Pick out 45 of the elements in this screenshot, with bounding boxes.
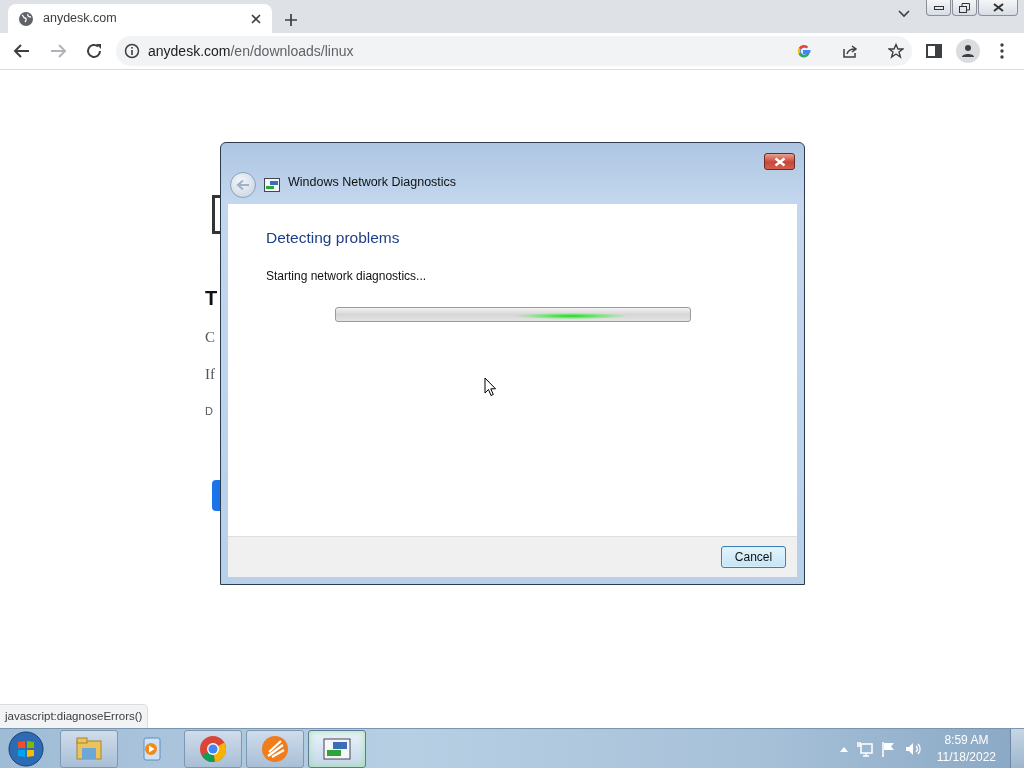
cursor-icon (484, 377, 496, 397)
star-icon[interactable] (888, 43, 904, 59)
dialog-heading: Detecting problems (266, 228, 401, 248)
browser-tab[interactable]: anydesk.com (8, 4, 272, 33)
chevron-down-icon[interactable] (898, 10, 910, 18)
menu-icon (1000, 43, 1004, 59)
profile-button[interactable] (956, 39, 980, 63)
cancel-button[interactable]: Cancel (721, 546, 786, 568)
start-button[interactable] (6, 729, 46, 768)
restore-button[interactable] (952, 0, 977, 16)
close-icon (992, 3, 1004, 12)
forward-icon (49, 42, 67, 60)
heading-fragment: T (205, 288, 219, 308)
minimize-button[interactable] (926, 0, 951, 16)
side-panel-icon (925, 42, 943, 60)
minimize-icon (933, 4, 944, 11)
taskbar-button[interactable] (246, 729, 304, 768)
start-orb-icon (8, 730, 44, 767)
person-icon (960, 43, 976, 59)
text-fragment: D (205, 406, 214, 417)
text-fragment: If (205, 367, 216, 382)
status-url: javascript:diagnoseErrors() (0, 703, 149, 728)
globe-icon (18, 10, 34, 27)
text-fragment: C (205, 330, 216, 345)
close-icon[interactable] (250, 12, 262, 25)
reload-icon (85, 42, 103, 60)
back-arrow-icon (236, 179, 250, 191)
dialog-title: Windows Network Diagnostics (288, 174, 457, 192)
show-desktop-button[interactable] (1010, 729, 1024, 768)
close-button[interactable] (978, 0, 1018, 16)
share-icon[interactable] (842, 43, 858, 59)
url-text: anydesk.com/en/downloads/linux (148, 41, 355, 61)
info-icon (124, 43, 140, 59)
button-edge[interactable] (212, 480, 220, 511)
taskbar-button[interactable] (308, 729, 366, 768)
address-bar[interactable]: anydesk.com/en/downloads/linux (116, 36, 912, 66)
network-diagnostics-icon (264, 178, 280, 192)
new-tab-icon[interactable] (284, 13, 298, 27)
status-text: Starting network diagnostics... (266, 268, 428, 286)
taskbar-button[interactable] (184, 729, 242, 768)
close-button[interactable] (764, 153, 795, 170)
google-icon[interactable] (796, 43, 812, 59)
restore-icon (959, 2, 970, 13)
close-icon (773, 156, 786, 167)
back-icon (13, 42, 31, 60)
